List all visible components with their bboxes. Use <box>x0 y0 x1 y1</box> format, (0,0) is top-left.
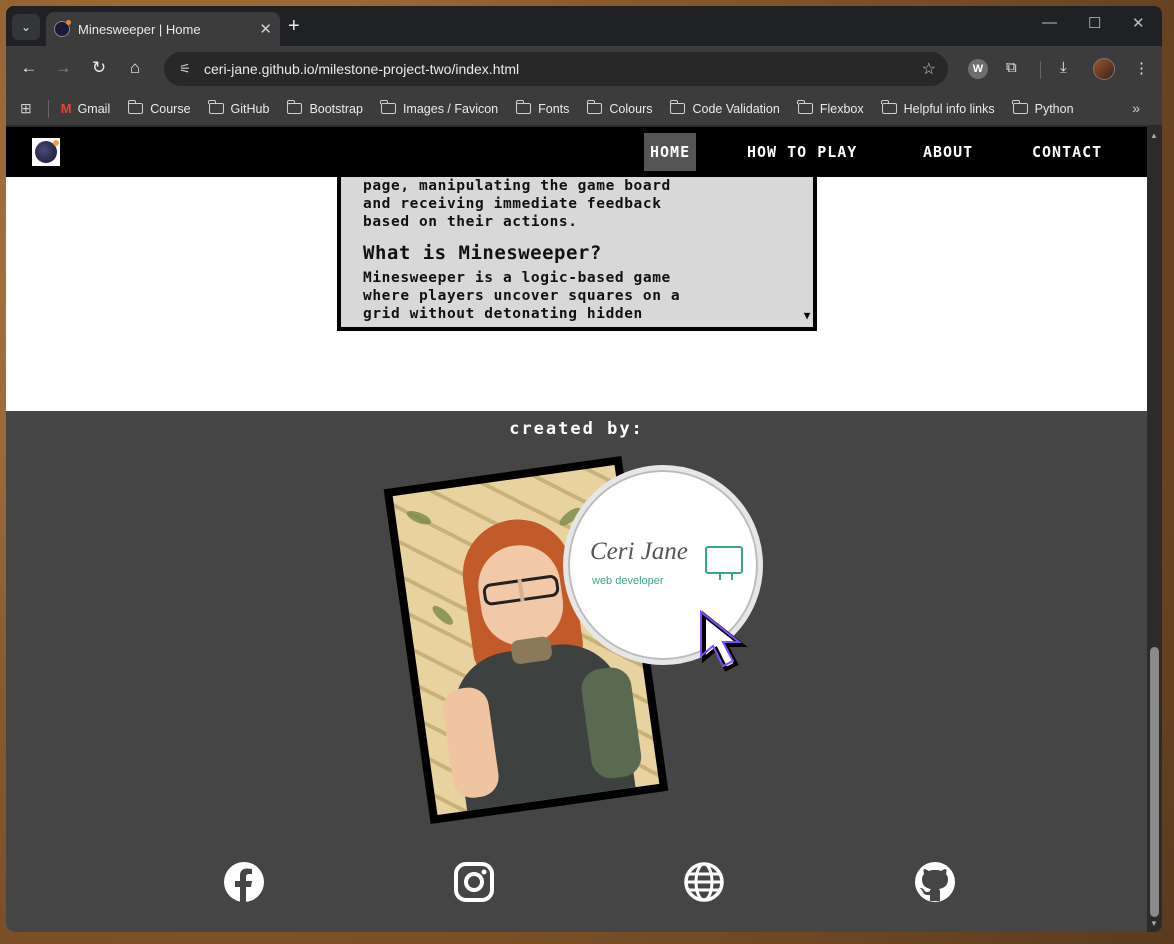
reload-icon[interactable]: ↻ <box>88 58 110 78</box>
gmail-icon: M <box>60 101 72 116</box>
pixel-cursor-icon <box>700 609 748 672</box>
folder-icon <box>127 100 144 114</box>
nav-home[interactable]: HOME <box>644 133 697 171</box>
bookmark-folder-course[interactable]: Course <box>127 100 191 116</box>
toolbar-divider <box>1040 61 1041 79</box>
instagram-icon[interactable] <box>453 861 495 903</box>
bookmarks-overflow-icon[interactable]: » <box>1132 100 1140 116</box>
bookmark-folder-helpful-info[interactable]: Helpful info links <box>881 100 995 116</box>
bookmark-folder-images[interactable]: Images / Favicon <box>380 100 498 116</box>
bookmark-folder-github[interactable]: GitHub <box>208 100 269 116</box>
intro-line: where players uncover squares on a <box>363 288 681 304</box>
logo-name: Ceri Jane <box>590 538 688 565</box>
nav-about[interactable]: ABOUT <box>917 133 979 171</box>
maximize-icon[interactable]: ☐ <box>1088 14 1101 32</box>
monitor-icon <box>705 546 743 580</box>
close-icon[interactable]: ✕ <box>259 20 272 38</box>
section-heading: What is Minesweeper? <box>363 242 602 264</box>
bookmark-folder-python[interactable]: Python <box>1012 100 1074 116</box>
intro-line: Minesweeper is a logic-based game <box>363 270 671 286</box>
intro-line: page, manipulating the game board <box>363 178 671 194</box>
url-text[interactable]: ceri-jane.github.io/milestone-project-tw… <box>204 61 519 77</box>
folder-icon <box>380 100 396 114</box>
tune-icon[interactable]: ⚟ <box>174 61 196 77</box>
chevron-down-icon[interactable]: ⌄ <box>12 14 40 40</box>
folder-icon <box>1012 100 1028 114</box>
scroll-up-icon[interactable]: ▲ <box>1150 131 1158 140</box>
star-icon[interactable]: ☆ <box>922 59 936 79</box>
puzzle-icon[interactable]: ⧉ <box>1006 59 1017 76</box>
scroll-down-icon[interactable]: ▼ <box>1150 919 1158 928</box>
facebook-icon[interactable] <box>223 861 265 903</box>
main-content: page, manipulating the game board and re… <box>6 177 1147 411</box>
apps-grid-icon[interactable]: ⊞ <box>20 100 32 117</box>
avatar[interactable] <box>1093 58 1115 80</box>
forward-arrow-icon[interactable]: → <box>52 58 74 78</box>
browser-window: ⌄ Minesweeper | Home ✕ + — ☐ ✕ ← → ↻ ⌂ ⚟… <box>6 6 1162 932</box>
created-by-label: created by: <box>509 419 644 439</box>
globe-icon[interactable] <box>683 861 725 903</box>
bookmarks-bar: ⊞ M Gmail Course GitHub Bootstrap Images … <box>6 92 1162 126</box>
bookmark-folder-colours[interactable]: Colours <box>586 100 652 116</box>
intro-text: page, manipulating the game board and re… <box>341 177 813 327</box>
nav-how-to-play[interactable]: HOW TO PLAY <box>741 133 863 171</box>
leaf-decoration <box>429 602 456 628</box>
folder-icon <box>208 100 224 114</box>
folder-icon <box>797 100 813 114</box>
folder-icon <box>586 100 603 114</box>
folder-icon <box>286 100 303 114</box>
github-icon[interactable] <box>914 861 956 903</box>
page-viewport: HOME HOW TO PLAY ABOUT CONTACT page, man… <box>6 127 1147 932</box>
new-tab-button[interactable]: + <box>288 15 300 38</box>
bomb-icon <box>35 140 59 163</box>
leaf-decoration <box>405 508 433 528</box>
close-window-icon[interactable]: ✕ <box>1132 14 1145 32</box>
nav-contact[interactable]: CONTACT <box>1026 133 1108 171</box>
intro-line: and receiving immediate feedback <box>363 196 662 212</box>
intro-line: grid without detonating hidden <box>363 306 643 322</box>
title-bar: ⌄ Minesweeper | Home ✕ + — ☐ ✕ <box>6 6 1162 46</box>
site-footer: created by: Ceri Jane web developer <box>6 411 1147 932</box>
bookmark-divider <box>47 99 49 118</box>
scroll-down-arrow-icon[interactable]: ▼ <box>804 307 811 325</box>
tab-title: Minesweeper | Home <box>78 21 201 37</box>
scrollbar-thumb[interactable] <box>1150 647 1159 917</box>
logo-subtitle: web developer <box>592 575 664 587</box>
folder-icon <box>515 100 532 114</box>
w-extension-icon[interactable]: W <box>968 59 988 79</box>
bookmark-gmail[interactable]: M Gmail <box>61 101 111 116</box>
home-icon[interactable]: ⌂ <box>124 58 146 78</box>
address-bar[interactable]: ⚟ ceri-jane.github.io/milestone-project-… <box>164 52 948 86</box>
bookmark-folder-fonts[interactable]: Fonts <box>515 100 569 116</box>
site-navbar: HOME HOW TO PLAY ABOUT CONTACT <box>6 127 1147 177</box>
bomb-favicon-icon <box>54 20 71 37</box>
folder-icon <box>669 100 686 114</box>
minimize-icon[interactable]: — <box>1042 14 1057 31</box>
intro-line: based on their actions. <box>363 214 578 230</box>
bookmark-folder-code-validation[interactable]: Code Validation <box>669 100 780 116</box>
back-arrow-icon[interactable]: ← <box>18 58 40 78</box>
intro-scroll-box[interactable]: page, manipulating the game board and re… <box>337 177 817 331</box>
kebab-menu-icon[interactable]: ⋮ <box>1134 59 1149 77</box>
bookmark-folder-flexbox[interactable]: Flexbox <box>797 100 864 116</box>
page-scrollbar[interactable]: ▲ ▼ <box>1147 127 1162 932</box>
browser-toolbar: ← → ↻ ⌂ ⚟ ceri-jane.github.io/milestone-… <box>6 46 1162 92</box>
site-logo[interactable] <box>32 138 60 166</box>
download-icon[interactable]: ⤓ <box>1060 59 1067 76</box>
browser-tab[interactable]: Minesweeper | Home ✕ <box>46 12 280 46</box>
folder-icon <box>881 100 897 114</box>
bookmark-folder-bootstrap[interactable]: Bootstrap <box>286 100 363 116</box>
